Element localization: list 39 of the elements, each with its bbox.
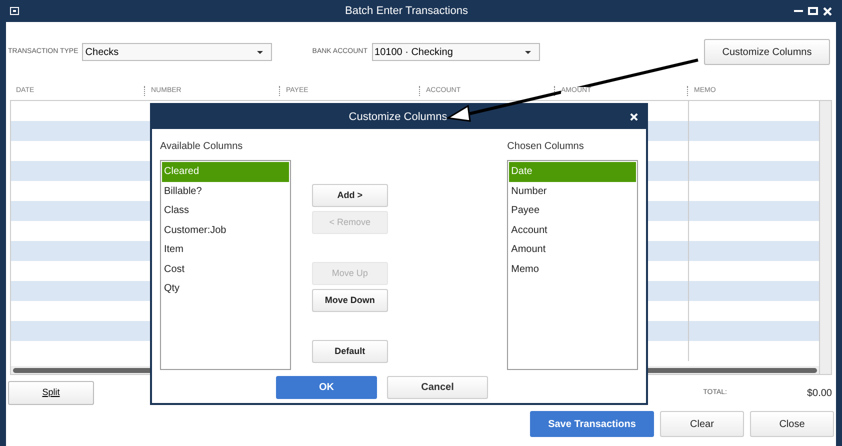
close-icon[interactable] bbox=[630, 113, 638, 121]
dropdown-arrow-icon bbox=[257, 50, 264, 54]
list-item[interactable]: Class bbox=[162, 201, 289, 220]
list-label: Available Columns bbox=[160, 140, 244, 154]
list-item[interactable]: Item bbox=[162, 240, 289, 260]
list-item[interactable]: Billable? bbox=[162, 182, 289, 201]
cancel-button[interactable]: Cancel bbox=[387, 376, 488, 399]
column-list[interactable]: Cleared Billable? Class Customer:Job Item Cost Qty bbox=[160, 160, 291, 370]
list-item[interactable]: Amount bbox=[509, 240, 636, 260]
dialog-title: Customize Columns bbox=[348, 110, 448, 125]
list-item[interactable]: Account bbox=[509, 220, 636, 240]
list-item[interactable]: Cleared bbox=[162, 162, 289, 182]
vertical-scrollbar[interactable] bbox=[819, 101, 831, 374]
maximize-icon[interactable] bbox=[808, 7, 818, 15]
list-item[interactable]: Cost bbox=[162, 260, 289, 279]
move-button[interactable]: Default bbox=[312, 340, 388, 363]
ok-button[interactable]: OK bbox=[276, 376, 377, 399]
list-label: Chosen Columns bbox=[507, 140, 585, 154]
list-item[interactable]: Qty bbox=[162, 279, 289, 298]
window-menu-icon[interactable] bbox=[10, 7, 19, 15]
list-item[interactable]: Date bbox=[509, 162, 636, 182]
move-button[interactable]: Move Down bbox=[312, 289, 388, 312]
list-item[interactable]: Customer:Job bbox=[162, 220, 289, 240]
bank-account-dropdown[interactable]: 10100 · Checking bbox=[372, 43, 540, 61]
dropdown-arrow-icon bbox=[524, 50, 531, 54]
close-icon[interactable] bbox=[823, 6, 832, 16]
list-item[interactable]: Number bbox=[509, 182, 636, 201]
action-button[interactable]: Clear bbox=[660, 411, 744, 437]
action-button[interactable]: Save Transactions bbox=[530, 411, 654, 437]
customize-columns-button[interactable]: Customize Columns bbox=[704, 39, 830, 65]
column-list[interactable]: Date Number Payee Account Amount Memo bbox=[507, 160, 638, 370]
action-button[interactable]: Close bbox=[750, 411, 834, 437]
split-button[interactable]: Split bbox=[8, 381, 94, 405]
move-button[interactable]: Add > bbox=[312, 184, 388, 207]
total-value: $0.00 bbox=[806, 386, 832, 400]
window-title: Batch Enter Transactions bbox=[344, 4, 469, 19]
list-item[interactable]: Payee bbox=[509, 201, 636, 220]
transaction-type-dropdown[interactable]: Checks bbox=[82, 43, 272, 61]
list-item[interactable]: Memo bbox=[509, 260, 636, 279]
